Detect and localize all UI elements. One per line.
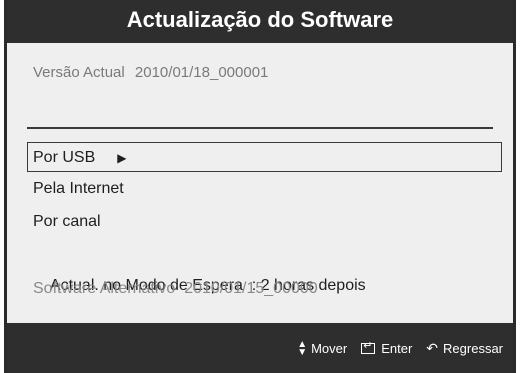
back-hint[interactable]: ↶ Regressar [426, 340, 503, 357]
enter-hint[interactable]: Enter [361, 339, 413, 356]
menu-item-usb[interactable]: Por USB ▶ [27, 142, 502, 172]
page-title: Actualização do Software [7, 0, 513, 43]
move-label: Mover [311, 341, 348, 356]
menu-item-standby-update[interactable]: Actual. no Modo de Espera : 2 horas depo… [27, 241, 502, 294]
menu-item-label: Software Alternativo 2010/01/15_00000 [33, 280, 318, 297]
enter-icon [361, 339, 376, 354]
divider [27, 127, 493, 129]
menu-item-label: Por USB [33, 149, 96, 166]
arrow-right-icon: ▶ [117, 151, 127, 165]
software-update-panel: Actualização do Software Versão Actual 2… [4, 0, 516, 373]
menu-item-label: Pela Internet [33, 180, 124, 197]
footer-bar: ▲▼ Mover Enter ↶ Regressar [7, 323, 513, 373]
current-version: Versão Actual 2010/01/18_000001 [33, 64, 268, 81]
menu-item-alternative-software: Software Alternativo 2010/01/15_00000 [27, 274, 502, 304]
return-icon: ↶ [426, 340, 439, 356]
back-label: Regressar [443, 341, 503, 356]
current-version-label: Versão Actual [33, 64, 125, 81]
menu-item-channel[interactable]: Por canal [27, 207, 502, 237]
menu-item-internet[interactable]: Pela Internet [27, 174, 502, 204]
menu-item-label: Por canal [33, 213, 101, 230]
move-hint: ▲ ▼ Mover [297, 338, 348, 358]
current-version-value: 2010/01/18_000001 [134, 64, 269, 81]
footer-hints: ▲▼ Mover Enter ↶ Regressar [283, 338, 503, 358]
enter-label: Enter [381, 341, 413, 356]
up-down-arrows-icon: ▲ ▼ [297, 338, 308, 358]
